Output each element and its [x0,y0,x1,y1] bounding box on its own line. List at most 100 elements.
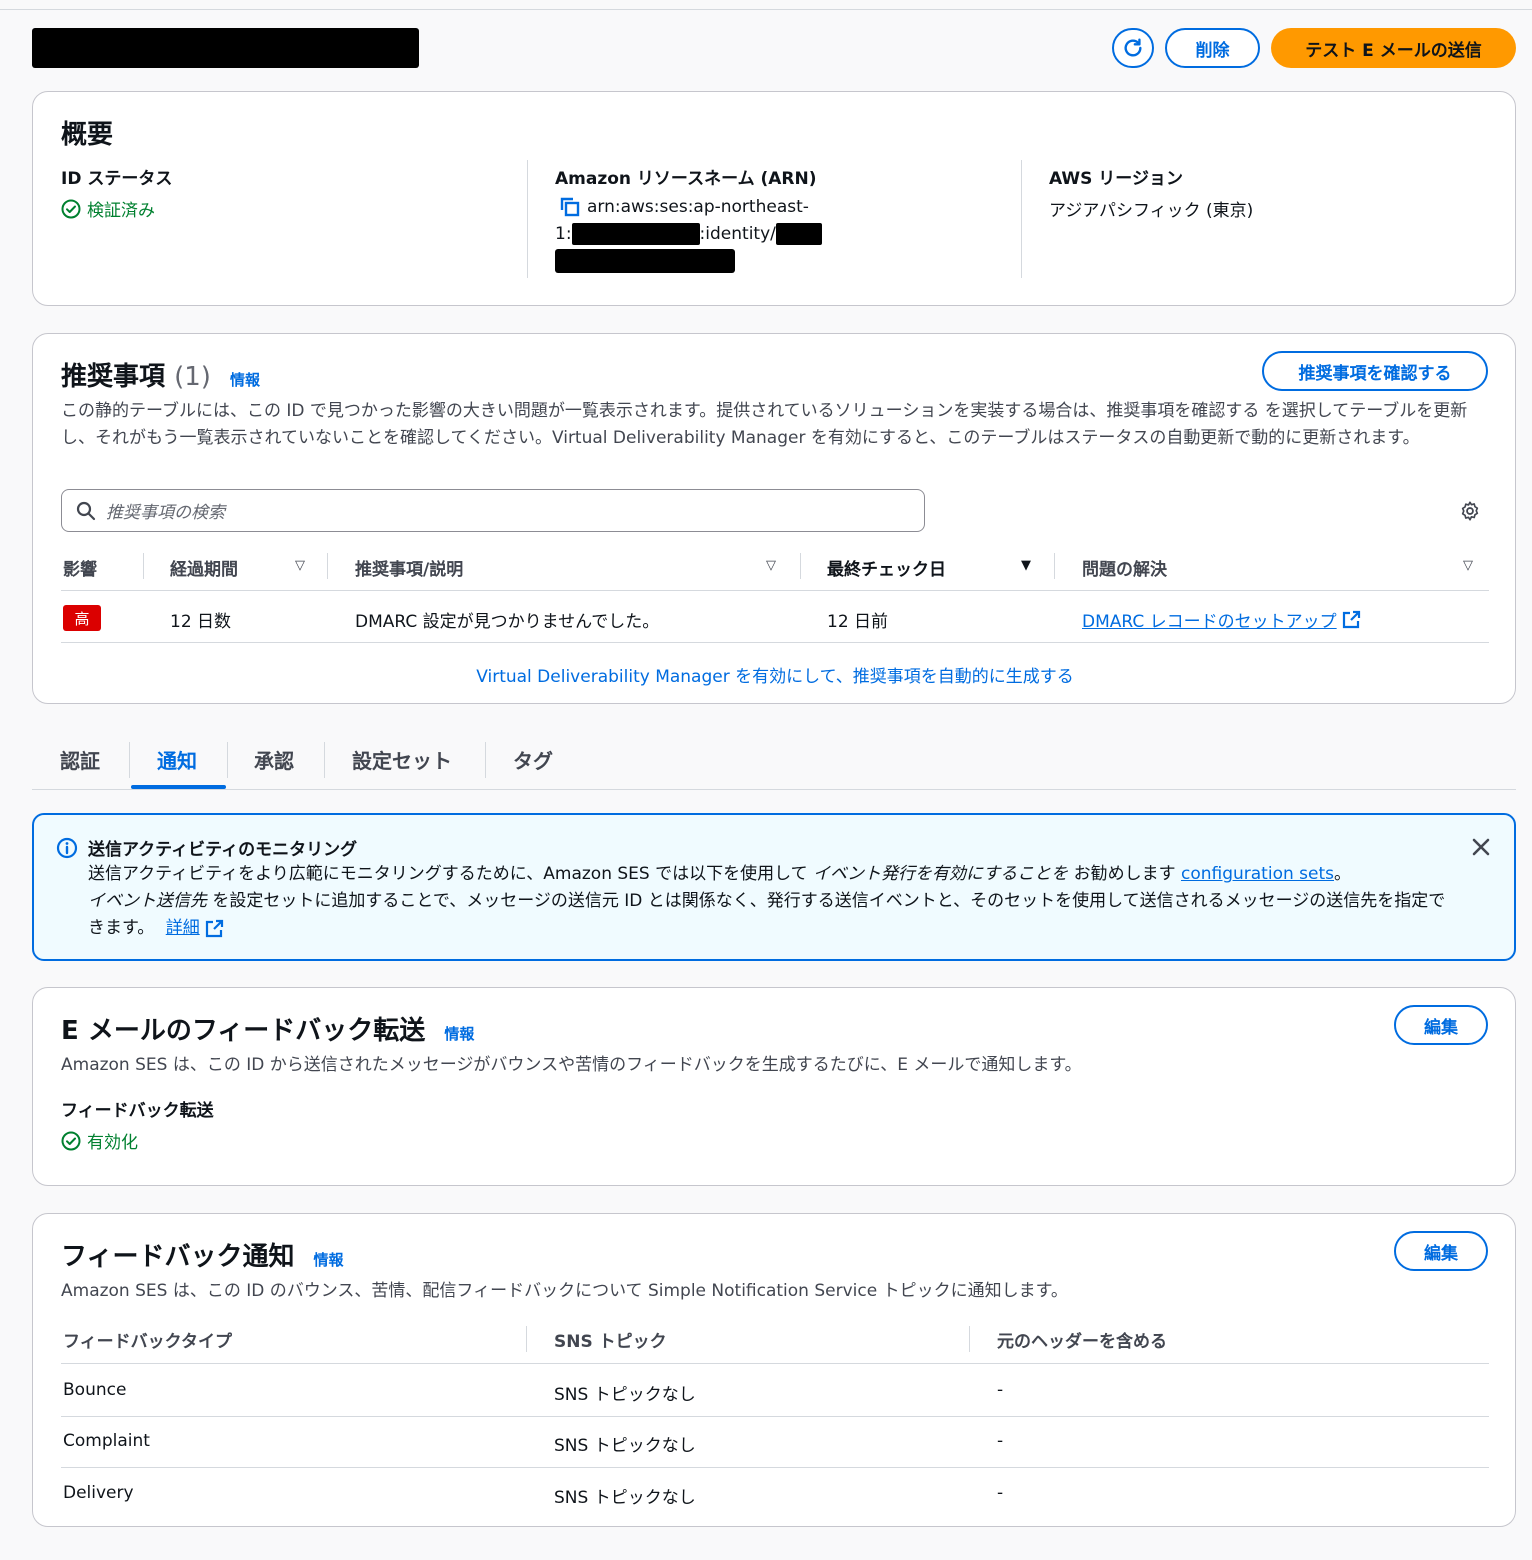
region-value: アジアパシフィック (東京) [1049,201,1254,221]
review-recommendations-button[interactable]: 推奨事項を確認する [1262,351,1488,391]
row-type: Delivery [63,1483,134,1503]
row-last-check: 12 日前 [827,612,889,632]
column-divider [1021,160,1022,278]
forwarding-title: E メールのフィードバック転送 [61,1016,426,1046]
info-circle-icon [56,837,78,859]
search-icon [76,501,96,520]
arn-mid: :identity/ [699,224,776,244]
edit-forwarding-button[interactable]: 編集 [1394,1005,1488,1045]
edit-notifications-button[interactable]: 編集 [1394,1231,1488,1271]
col-impact[interactable]: 影響 [63,555,97,580]
forwarding-description: Amazon SES は、この ID から送信されたメッセージがバウンスや苦情の… [61,1055,1082,1075]
send-test-email-button[interactable]: テスト E メールの送信 [1271,28,1516,68]
redacted-identity [775,223,822,245]
summary-card: 概要 ID ステータス 検証済み Amazon リソースネーム (ARN) ar… [32,91,1516,306]
recommendations-count: (1) [174,362,211,392]
col-resolution[interactable]: 問題の解決 [1082,555,1167,580]
arn-line-1: arn:aws:ses:ap-northeast- [559,196,809,218]
info-link[interactable]: 情報 [444,1025,474,1043]
alert-emphasis: イベント発行を有効にすることを [813,864,1069,884]
info-link[interactable]: 情報 [230,371,260,389]
delete-button[interactable]: 削除 [1165,28,1260,68]
table-header-divider [61,1363,1489,1364]
close-icon[interactable] [1471,837,1491,857]
col-divider [800,553,801,579]
alert-body: 送信アクティビティをより広範にモニタリングするために、Amazon SES では… [88,861,1458,942]
row-divider [61,1416,1489,1417]
row-headers: - [997,1431,1004,1451]
feedback-notifications-card: フィードバック通知 情報 編集 Amazon SES は、この ID のバウンス… [32,1213,1516,1527]
col-divider [526,1326,527,1352]
settings-gear-icon[interactable] [1459,500,1481,522]
copy-icon[interactable] [559,196,581,218]
tab-authorization[interactable]: 承認 [254,745,294,774]
col-recommendation[interactable]: 推奨事項/説明 [355,555,463,580]
status-value-text: 検証済み [87,201,155,221]
alert-text: 。 [1334,864,1351,884]
recommendations-header: 推奨事項 (1) 情報 [61,356,260,393]
configuration-sets-link[interactable]: configuration sets [1181,864,1334,884]
redacted-identity-line [555,249,735,273]
info-link[interactable]: 情報 [314,1251,344,1269]
forwarding-header: E メールのフィードバック転送 情報 [61,1010,474,1047]
tab-separator [129,742,130,778]
dmarc-setup-text: DMARC レコードのセットアップ [1082,612,1337,632]
col-divider [327,553,328,579]
sort-caret-active-icon[interactable]: ▼ [1021,558,1031,573]
external-link-icon [1342,610,1360,628]
enable-vdm-link[interactable]: Virtual Deliverability Manager を有効にして、推奨… [33,662,1517,687]
col-divider [143,553,144,579]
learn-more-text: 詳細 [165,918,200,938]
row-headers: - [997,1380,1004,1400]
tab-notifications[interactable]: 通知 [157,745,197,774]
tab-separator [227,742,228,778]
table-header-divider [61,590,1489,591]
row-divider [61,1467,1489,1468]
arn-label: Amazon リソースネーム (ARN) [555,169,817,189]
forwarding-label: フィードバック転送 [61,1101,214,1121]
impact-badge: 高 [63,605,101,631]
notifications-title: フィードバック通知 [61,1242,295,1272]
forwarding-status-text: 有効化 [87,1133,138,1153]
col-last-check[interactable]: 最終チェック日 [827,555,946,580]
monitoring-info-alert: 送信アクティビティのモニタリング 送信アクティビティをより広範にモニタリングする… [32,813,1516,961]
alert-emphasis: イベント送信先 [88,891,207,911]
recommendations-search-input[interactable]: 推奨事項の検索 [61,489,925,532]
row-topic: SNS トピックなし [554,1385,696,1405]
recommendations-card: 推奨事項 (1) 情報 推奨事項を確認する この静的テーブルには、この ID で… [32,333,1516,704]
row-divider [61,642,1489,643]
row-topic: SNS トピックなし [554,1436,696,1456]
refresh-button[interactable] [1112,28,1154,68]
dmarc-setup-link[interactable]: DMARC レコードのセットアップ [1082,607,1361,632]
redacted-account-id [571,223,700,245]
alert-text: 送信アクティビティをより広範にモニタリングするために、Amazon SES では… [88,864,813,884]
col-age[interactable]: 経過期間 [170,555,238,580]
sort-caret-icon[interactable]: ▽ [1463,558,1473,573]
arn-line-2: 1: :identity/ [555,223,822,245]
row-headers: - [997,1483,1004,1503]
tab-separator [485,742,486,778]
check-circle-icon [61,199,81,218]
feedback-forwarding-card: E メールのフィードバック転送 情報 編集 Amazon SES は、この ID… [32,987,1516,1186]
learn-more-link[interactable]: 詳細 [166,915,224,942]
notifications-description: Amazon SES は、この ID のバウンス、苦情、配信フィードバックについ… [61,1281,1068,1301]
status-value: 検証済み [61,196,155,221]
status-label: ID ステータス [61,169,173,189]
region-label: AWS リージョン [1049,169,1183,189]
row-description: DMARC 設定が見つかりませんでした。 [355,612,660,632]
top-divider [0,9,1532,10]
row-age: 12 日数 [170,612,232,632]
sort-caret-icon[interactable]: ▽ [295,558,305,573]
row-type: Complaint [63,1431,150,1451]
notifications-header: フィードバック通知 情報 [61,1236,344,1273]
tabs-divider [32,789,1516,790]
arn-prefix: 1: [555,224,572,244]
summary-title: 概要 [61,120,114,150]
external-link-icon [205,919,223,937]
sort-caret-icon[interactable]: ▽ [766,558,776,573]
search-placeholder: 推奨事項の検索 [106,503,225,523]
tab-authentication[interactable]: 認証 [60,745,100,774]
recommendations-description: この静的テーブルには、この ID で見つかった影響の大きい問題が一覧表示されます… [61,401,1468,448]
tab-tags[interactable]: タグ [513,745,553,774]
tab-configuration-set[interactable]: 設定セット [352,745,452,774]
